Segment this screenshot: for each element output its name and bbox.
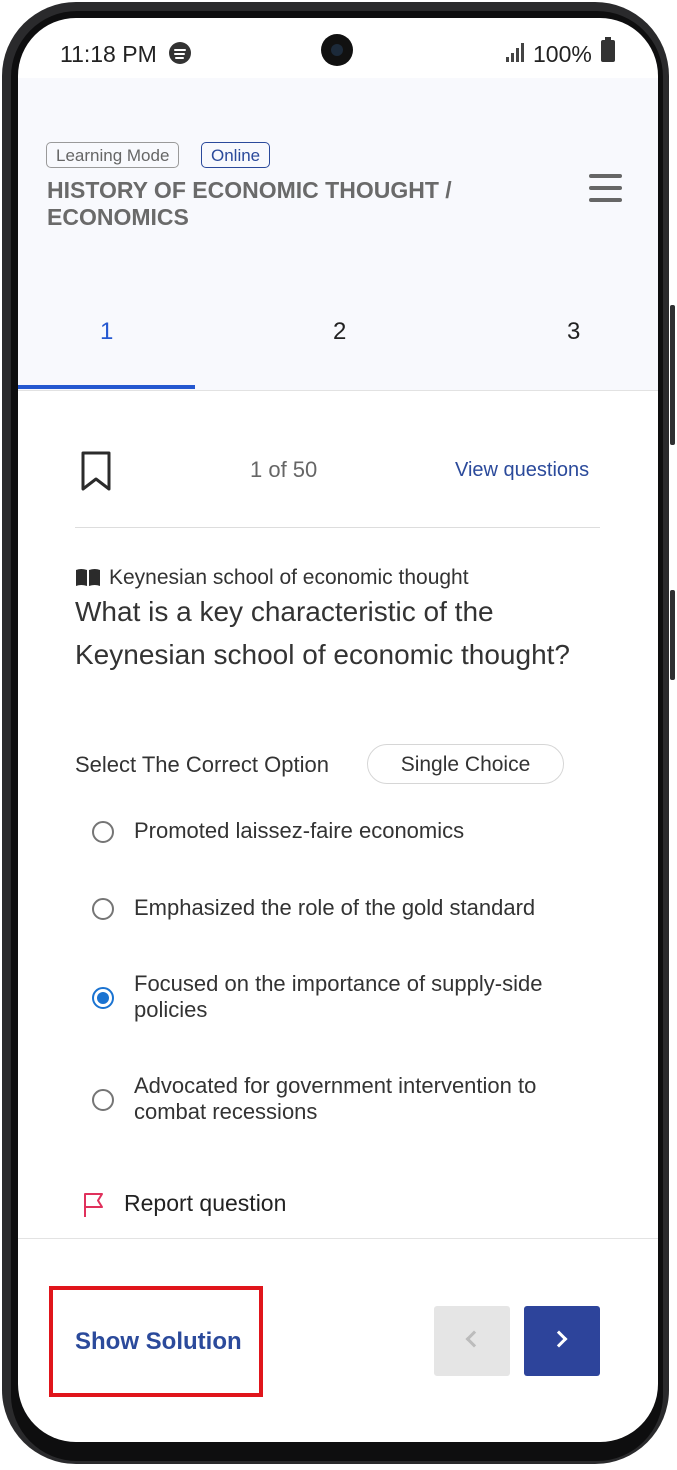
footer-divider [18, 1238, 658, 1239]
book-icon [76, 569, 100, 586]
question-topic: Keynesian school of economic thought [109, 566, 469, 589]
bookmark-icon[interactable] [80, 450, 112, 492]
chevron-left-icon [465, 1330, 483, 1348]
divider [75, 527, 600, 528]
tab-3[interactable]: 3 [567, 318, 580, 346]
select-option-label: Select The Correct Option [75, 752, 329, 777]
volume-button [670, 305, 675, 445]
tab-1[interactable]: 1 [100, 318, 113, 346]
radio-button[interactable] [92, 821, 114, 843]
power-button [670, 590, 675, 680]
active-tab-indicator [18, 385, 195, 389]
radio-button-selected[interactable] [92, 987, 114, 1009]
app-screen: 11:18 PM 100% Learning Mode Online HISTO… [18, 18, 658, 1442]
option-label: Focused on the importance of supply-side… [134, 971, 543, 1022]
chevron-right-icon [550, 1330, 568, 1348]
choice-type-badge: Single Choice [367, 744, 564, 784]
report-question-label: Report question [124, 1190, 287, 1216]
question-text: What is a key characteristic of the Keyn… [75, 596, 570, 670]
flag-icon [84, 1193, 103, 1217]
question-counter: 1 of 50 [250, 457, 318, 482]
next-button[interactable] [524, 1306, 600, 1376]
option-label: Advocated for government intervention to… [134, 1073, 537, 1124]
view-questions-link[interactable]: View questions [455, 459, 589, 482]
tabs-divider [18, 390, 658, 391]
tab-2[interactable]: 2 [333, 318, 346, 346]
option-label: Promoted laissez-faire economics [134, 818, 465, 843]
radio-button[interactable] [92, 898, 114, 920]
previous-button[interactable] [434, 1306, 510, 1376]
option-label: Emphasized the role of the gold standard [134, 895, 536, 920]
section-tabs: 1 2 3 [18, 18, 658, 391]
radio-button[interactable] [92, 1089, 114, 1111]
phone-frame: 11:18 PM 100% Learning Mode Online HISTO… [0, 0, 677, 1470]
show-solution-button[interactable]: Show Solution [75, 1328, 242, 1356]
